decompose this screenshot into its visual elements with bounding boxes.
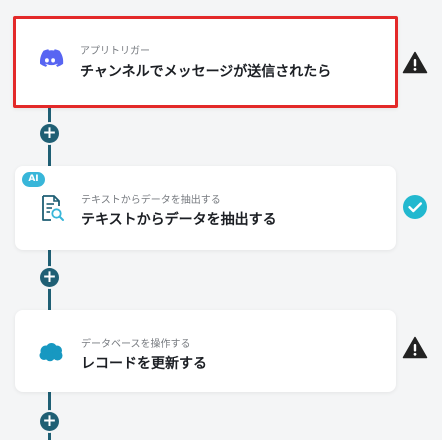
step-title: チャンネルでメッセージが送信されたら (80, 64, 332, 80)
flow-step-card-salesforce[interactable]: データベースを操作する レコードを更新する (15, 310, 396, 392)
step-title: レコードを更新する (81, 356, 207, 372)
step-category-label: テキストからデータを抽出する (81, 195, 221, 206)
salesforce-cloud-icon (36, 337, 66, 367)
flow-step-card-ai-extract[interactable]: テキストからデータを抽出する テキストからデータを抽出する (15, 166, 396, 250)
add-step-button[interactable]: + (40, 124, 59, 143)
step-category-label: アプリトリガー (80, 46, 150, 57)
discord-icon (35, 43, 65, 73)
step-category-label: データベースを操作する (81, 339, 191, 350)
warning-icon (402, 50, 428, 76)
warning-icon (402, 335, 428, 361)
step-title: テキストからデータを抽出する (81, 212, 277, 228)
add-step-button[interactable]: + (40, 268, 59, 287)
ai-badge: AI (22, 172, 45, 187)
add-step-button[interactable]: + (40, 412, 59, 431)
check-circle-icon (402, 194, 428, 220)
document-search-icon (36, 193, 66, 223)
flow-step-card-discord-trigger[interactable]: アプリトリガー チャンネルでメッセージが送信されたら (13, 16, 398, 108)
